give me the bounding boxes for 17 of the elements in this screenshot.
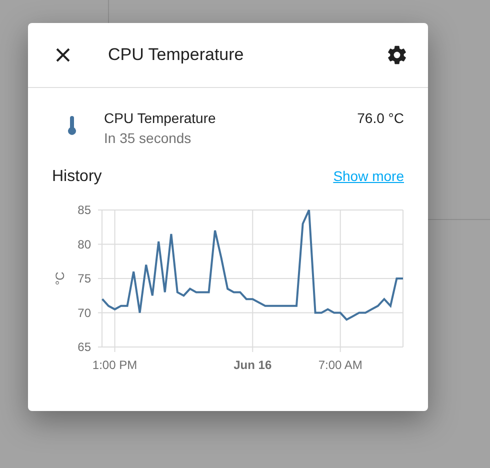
section-title: History xyxy=(52,168,102,186)
axis-tick-label: 65 xyxy=(78,340,91,354)
axis-tick-label: 75 xyxy=(78,272,91,286)
axis-tick-label: 1:00 PM xyxy=(92,358,138,372)
axis-tick-label: 7:00 AM xyxy=(318,358,362,372)
show-more-link[interactable]: Show more xyxy=(333,168,404,184)
axis-tick-label: 80 xyxy=(78,237,91,252)
settings-icon xyxy=(386,44,408,66)
close-icon xyxy=(54,46,72,64)
axis-tick-label: Jun 16 xyxy=(234,358,272,372)
dialog-title: CPU Temperature xyxy=(108,45,245,65)
entity-name: CPU Temperature xyxy=(104,109,217,128)
entity-state: 76.0 °C xyxy=(357,109,404,128)
axis-tick-label: 85 xyxy=(78,203,91,217)
axis-title: °C xyxy=(53,272,67,286)
axis-tick-label: 70 xyxy=(78,306,91,320)
entity-update-time: In 35 seconds xyxy=(104,129,192,148)
